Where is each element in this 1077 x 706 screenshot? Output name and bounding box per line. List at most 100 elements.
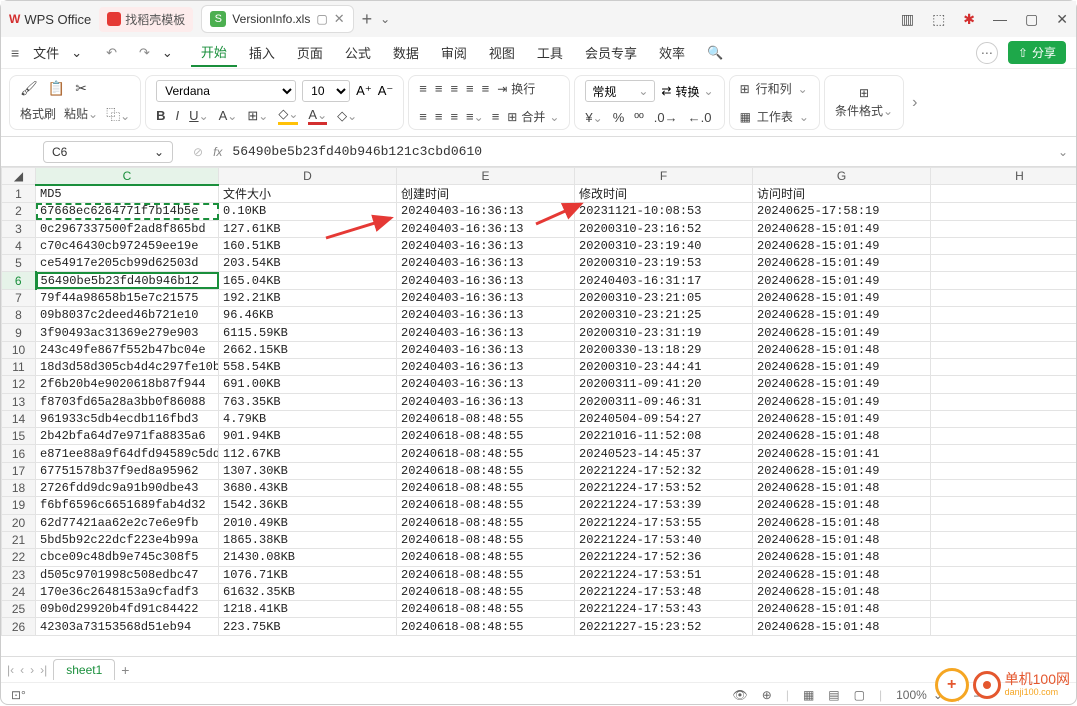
align-middle-icon[interactable]: ≡ [435, 81, 443, 96]
cell[interactable] [931, 185, 1077, 203]
cell[interactable]: 961933c5db4ecdb116fbd3 [36, 410, 219, 427]
cell[interactable] [931, 566, 1077, 583]
cell[interactable]: 20240403-16:36:13 [397, 272, 575, 289]
cell[interactable]: 20240628-15:01:49 [753, 358, 931, 375]
cell[interactable] [931, 428, 1077, 445]
indent2-icon[interactable]: ≡ [492, 109, 500, 124]
increase-decimal-icon[interactable]: .0→ [654, 110, 678, 125]
cell[interactable]: 20200310-23:19:53 [575, 255, 753, 272]
view-break-icon[interactable]: ▢ [854, 688, 865, 702]
hamburger-icon[interactable]: ≡ [11, 45, 19, 61]
cell[interactable]: 20240628-15:01:48 [753, 341, 931, 358]
italic-icon[interactable]: I [176, 108, 180, 123]
cell[interactable]: 0c2967337500f2ad8f865bd [36, 220, 219, 237]
row-header[interactable]: 15 [2, 428, 36, 445]
wrap-text-button[interactable]: ⇥换行 [497, 80, 535, 97]
worksheet-button[interactable]: ▦工作表⌄ [740, 108, 809, 125]
cell[interactable]: 20240628-15:01:48 [753, 549, 931, 566]
sheet-nav-first-icon[interactable]: |‹ [7, 663, 14, 677]
cell[interactable]: 20240628-15:01:41 [753, 445, 931, 462]
cell[interactable]: 203.54KB [219, 255, 397, 272]
menu-start[interactable]: 开始 [191, 38, 237, 67]
cell[interactable]: d505c9701998c508edbc47 [36, 566, 219, 583]
cell[interactable]: 2010.49KB [219, 514, 397, 531]
cell[interactable]: 文件大小 [219, 185, 397, 203]
cell[interactable]: 20240403-16:36:13 [397, 376, 575, 393]
row-header[interactable]: 22 [2, 549, 36, 566]
conditional-format-group[interactable]: ⊞ 条件格式⌄ [824, 75, 904, 130]
cell[interactable]: 691.00KB [219, 376, 397, 393]
status-indicator-icon[interactable]: ⊡° [11, 688, 26, 702]
cell[interactable] [931, 220, 1077, 237]
convert-button[interactable]: ⇄转换⌄ [661, 80, 713, 102]
cell[interactable]: 20240618-08:48:55 [397, 497, 575, 514]
name-box[interactable]: C6 ⌄ [43, 141, 173, 163]
cell[interactable]: 2662.15KB [219, 341, 397, 358]
cell[interactable]: 20240618-08:48:55 [397, 428, 575, 445]
cell[interactable]: 20240628-15:01:49 [753, 272, 931, 289]
align-bottom-icon[interactable]: ≡ [450, 81, 458, 96]
cell[interactable]: 20240618-08:48:55 [397, 618, 575, 635]
align-right-icon[interactable]: ≡ [450, 109, 458, 124]
cell[interactable]: 20221224-17:52:32 [575, 462, 753, 479]
cell[interactable]: cbce09c48db9e745c308f5 [36, 549, 219, 566]
column-header-c[interactable]: C [36, 168, 219, 185]
align-center-icon[interactable]: ≡ [435, 109, 443, 124]
decrease-decimal-icon[interactable]: ←.0 [688, 110, 712, 125]
cell[interactable] [931, 583, 1077, 600]
cell[interactable] [931, 393, 1077, 410]
cell[interactable]: 20240628-15:01:48 [753, 497, 931, 514]
cell[interactable] [931, 237, 1077, 254]
sheet-nav-last-icon[interactable]: ›| [40, 663, 47, 677]
cell[interactable]: 20240628-15:01:49 [753, 376, 931, 393]
cell[interactable]: 20240618-08:48:55 [397, 601, 575, 618]
menu-formula[interactable]: 公式 [335, 39, 381, 66]
menu-members[interactable]: 会员专享 [575, 39, 647, 66]
cell[interactable]: 20240504-09:54:27 [575, 410, 753, 427]
bug-icon[interactable]: ✱ [963, 11, 975, 28]
cell[interactable]: 20240403-16:36:13 [397, 289, 575, 306]
format-painter-icon[interactable]: 🖌 [20, 80, 38, 97]
rows-cols-button[interactable]: ⊞行和列⌄ [740, 80, 809, 97]
cell[interactable]: 20221224-17:53:43 [575, 601, 753, 618]
menu-tools[interactable]: 工具 [527, 39, 573, 66]
cell[interactable]: 21430.08KB [219, 549, 397, 566]
cell[interactable]: f8703fd65a28a3bb0f86088 [36, 393, 219, 410]
qat-dropdown-icon[interactable]: ⌄ [162, 45, 173, 61]
cell[interactable]: 223.75KB [219, 618, 397, 635]
font-name-select[interactable]: Verdana [156, 80, 296, 102]
cell[interactable]: c70c46430cb972459ee19e [36, 237, 219, 254]
cell[interactable]: 20200310-23:16:52 [575, 220, 753, 237]
minimize-icon[interactable]: — [993, 11, 1007, 27]
cell[interactable]: 20240628-15:01:48 [753, 601, 931, 618]
cell[interactable]: 56490be5b23fd40b946b12 [36, 272, 219, 289]
cell[interactable]: 20240628-15:01:48 [753, 514, 931, 531]
cell[interactable]: 20240628-15:01:48 [753, 531, 931, 548]
cell[interactable]: 20240403-16:31:17 [575, 272, 753, 289]
menu-view[interactable]: 视图 [479, 39, 525, 66]
cell[interactable]: 20240628-15:01:49 [753, 462, 931, 479]
file-dropdown-icon[interactable]: ⌄ [71, 45, 82, 61]
cell[interactable]: 20240628-15:01:48 [753, 583, 931, 600]
row-header[interactable]: 8 [2, 307, 36, 324]
cell[interactable] [931, 480, 1077, 497]
percent-icon[interactable]: % [613, 110, 625, 125]
cell[interactable]: 763.35KB [219, 393, 397, 410]
cell[interactable]: 20240628-15:01:49 [753, 324, 931, 341]
menu-insert[interactable]: 插入 [239, 39, 285, 66]
cell[interactable]: 20240618-08:48:55 [397, 445, 575, 462]
cell[interactable] [931, 341, 1077, 358]
row-header[interactable]: 20 [2, 514, 36, 531]
row-header[interactable]: 13 [2, 393, 36, 410]
view-eye-icon[interactable]: 👁 [733, 688, 748, 702]
cell[interactable]: 192.21KB [219, 289, 397, 306]
cell[interactable]: 20240403-16:36:13 [397, 341, 575, 358]
row-header[interactable]: 24 [2, 583, 36, 600]
cell[interactable]: 20221224-17:52:36 [575, 549, 753, 566]
column-header-h[interactable]: H [931, 168, 1077, 185]
cell[interactable]: 20200311-09:41:20 [575, 376, 753, 393]
cell[interactable]: 20200311-09:46:31 [575, 393, 753, 410]
formula-value[interactable]: 56490be5b23fd40b946b121c3cbd0610 [232, 144, 482, 159]
row-header[interactable]: 7 [2, 289, 36, 306]
clear-format-icon[interactable]: ◇⌄ [337, 108, 357, 124]
